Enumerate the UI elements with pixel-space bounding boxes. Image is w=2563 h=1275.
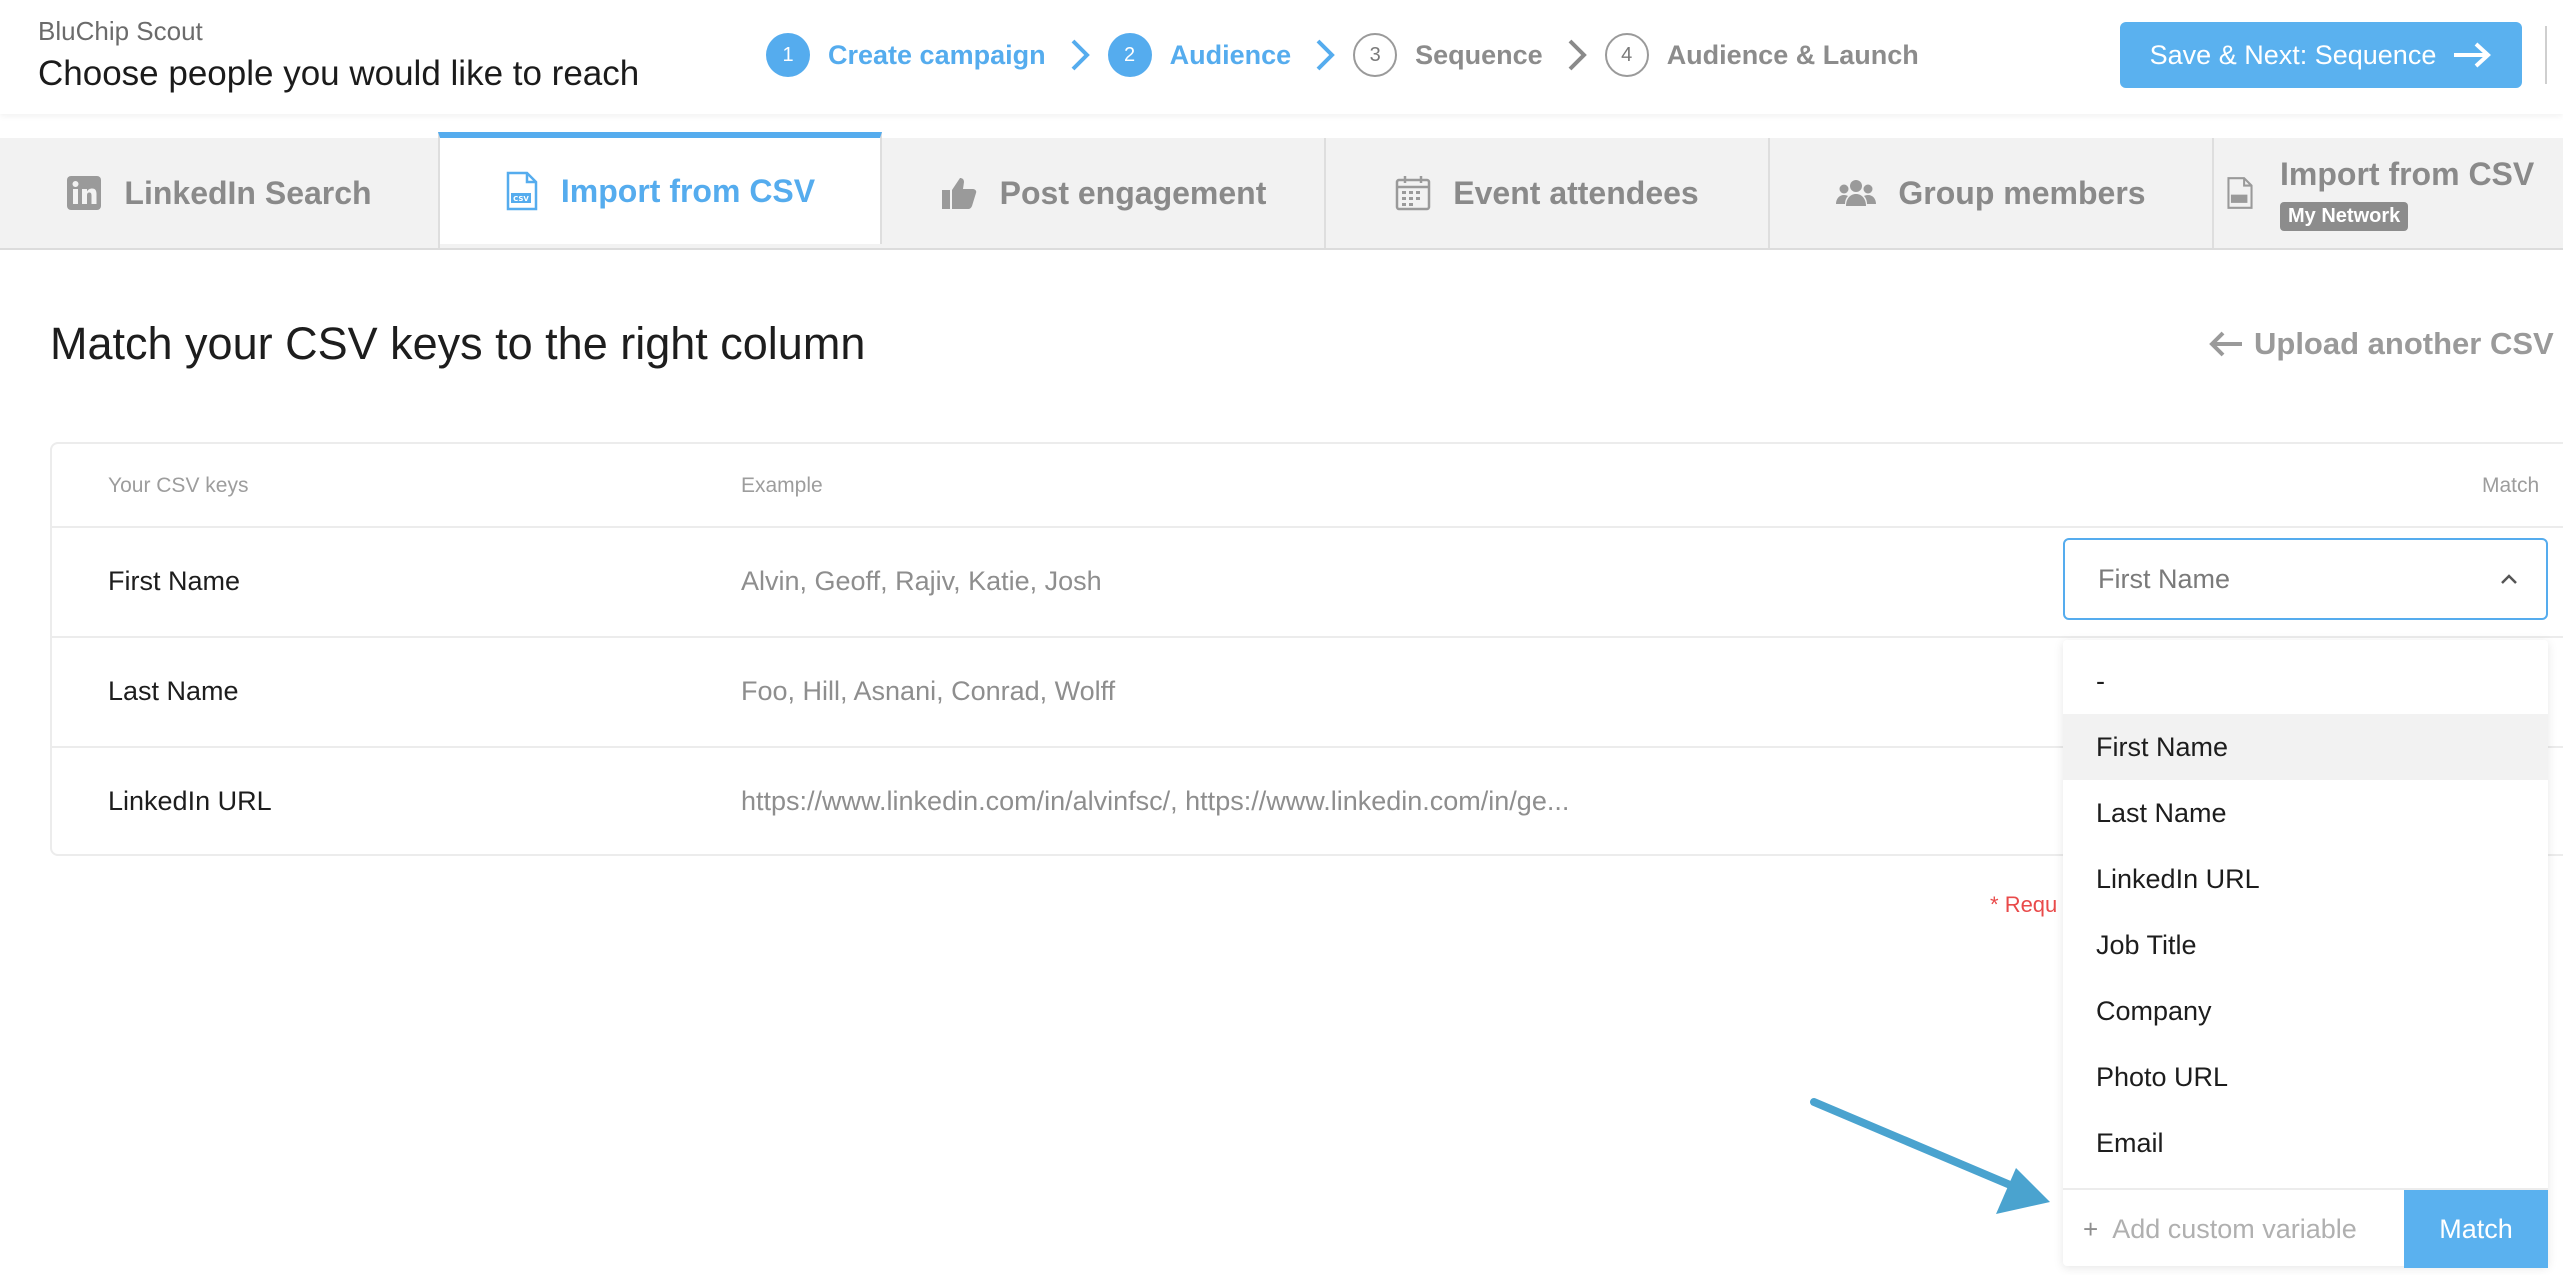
step-audience-launch[interactable]: 4 Audience & Launch	[1604, 33, 1919, 77]
arrow-left-icon	[2209, 331, 2242, 357]
tab-label: LinkedIn Search	[124, 174, 372, 211]
tab-import-csv-network[interactable]: Import from CSV My Network	[2214, 138, 2563, 248]
tab-label: Event attendees	[1453, 174, 1699, 211]
save-next-button[interactable]: Save & Next: Sequence	[2120, 22, 2522, 88]
users-icon	[1836, 180, 1877, 206]
top-header: BluChip Scout Choose people you would li…	[0, 0, 2563, 114]
step-create-campaign[interactable]: 1 Create campaign	[766, 33, 1046, 77]
chevron-right-icon	[1071, 39, 1090, 71]
tab-label: Group members	[1898, 174, 2146, 211]
dropdown-option-none[interactable]: -	[2063, 648, 2548, 714]
my-network-badge: My Network	[2280, 201, 2409, 231]
dropdown-option-first-name[interactable]: First Name	[2063, 714, 2548, 780]
csv-key: Last Name	[108, 676, 239, 706]
tab-event-attendees[interactable]: Event attendees	[1326, 138, 1770, 248]
match-dropdown-menu: - First Name Last Name LinkedIn URL Job …	[2063, 640, 2548, 1268]
progress-steps: 1 Create campaign 2 Audience 3 Sequence …	[766, 32, 1919, 78]
step-label: Create campaign	[828, 39, 1046, 70]
match-select-value: First Name	[2098, 563, 2231, 594]
section-title: Match your CSV keys to the right column	[50, 318, 866, 369]
save-next-label: Save & Next: Sequence	[2149, 39, 2437, 70]
step-number: 3	[1353, 33, 1398, 77]
csv-example: Foo, Hill, Asnani, Conrad, Wolff	[741, 676, 1116, 706]
calendar-icon	[1396, 176, 1431, 211]
column-header-match: Match	[2482, 474, 2540, 497]
csv-example: https://www.linkedin.com/in/alvinfsc/, h…	[741, 786, 1570, 816]
csv-file-icon	[2227, 177, 2253, 209]
arrow-right-icon	[2454, 42, 2492, 68]
tab-group-members[interactable]: Group members	[1770, 138, 2214, 248]
step-label: Sequence	[1415, 39, 1543, 70]
chevron-right-icon	[1316, 39, 1335, 71]
required-note: * Requ	[1990, 892, 2057, 918]
dropdown-option-company[interactable]: Company	[2063, 978, 2548, 1044]
thumbs-up-icon	[941, 178, 976, 209]
plus-icon: +	[2083, 1213, 2099, 1244]
match-select[interactable]: First Name	[2063, 538, 2548, 620]
custom-variable-row: + Add custom variable Match	[2063, 1188, 2548, 1268]
dropdown-option-job-title[interactable]: Job Title	[2063, 912, 2548, 978]
custom-variable-input[interactable]: + Add custom variable	[2063, 1190, 2404, 1268]
chevron-up-icon	[2501, 574, 2517, 584]
tab-label: Import from CSV	[2280, 155, 2535, 192]
step-audience[interactable]: 2 Audience	[1107, 33, 1292, 77]
dropdown-option-linkedin-url[interactable]: LinkedIn URL	[2063, 846, 2548, 912]
annotation-arrow-icon	[1810, 1098, 2050, 1214]
divider	[2545, 26, 2547, 84]
csv-file-icon: CSV	[506, 171, 538, 211]
step-label: Audience & Launch	[1666, 39, 1919, 70]
upload-link-label: Upload another CSV	[2254, 326, 2554, 361]
csv-key: LinkedIn URL	[108, 786, 272, 816]
dropdown-option-photo-url[interactable]: Photo URL	[2063, 1044, 2548, 1110]
step-number: 4	[1604, 33, 1649, 77]
step-sequence[interactable]: 3 Sequence	[1353, 33, 1543, 77]
step-number: 1	[766, 33, 810, 77]
linkedin-icon	[67, 176, 102, 210]
csv-key: First Name	[108, 566, 241, 596]
upload-another-csv-link[interactable]: Upload another CSV	[2208, 326, 2554, 362]
dropdown-option-email[interactable]: Email	[2063, 1110, 2548, 1176]
source-tabs: LinkedIn Search CSV Import from CSV Post…	[0, 132, 2563, 250]
custom-variable-placeholder: Add custom variable	[2112, 1213, 2357, 1244]
dropdown-option-last-name[interactable]: Last Name	[2063, 780, 2548, 846]
tab-label: Post engagement	[999, 174, 1267, 211]
step-label: Audience	[1169, 39, 1292, 70]
tab-linkedin-search[interactable]: LinkedIn Search	[0, 138, 440, 248]
svg-text:CSV: CSV	[513, 195, 529, 203]
tab-label: Import from CSV	[560, 172, 816, 209]
csv-example: Alvin, Geoff, Rajiv, Katie, Josh	[741, 566, 1102, 596]
app-name: BluChip Scout	[38, 16, 203, 46]
match-button[interactable]: Match	[2404, 1190, 2548, 1268]
chevron-right-icon	[1568, 39, 1587, 71]
page-title: Choose people you would like to reach	[38, 54, 640, 93]
tab-import-csv[interactable]: CSV Import from CSV	[438, 132, 882, 244]
step-number: 2	[1107, 33, 1152, 77]
column-header-example: Example	[741, 474, 823, 497]
required-text: Requ	[2004, 892, 2058, 917]
asterisk-icon: *	[1990, 892, 1999, 917]
column-header-keys: Your CSV keys	[108, 474, 249, 497]
tab-post-engagement[interactable]: Post engagement	[882, 138, 1326, 248]
